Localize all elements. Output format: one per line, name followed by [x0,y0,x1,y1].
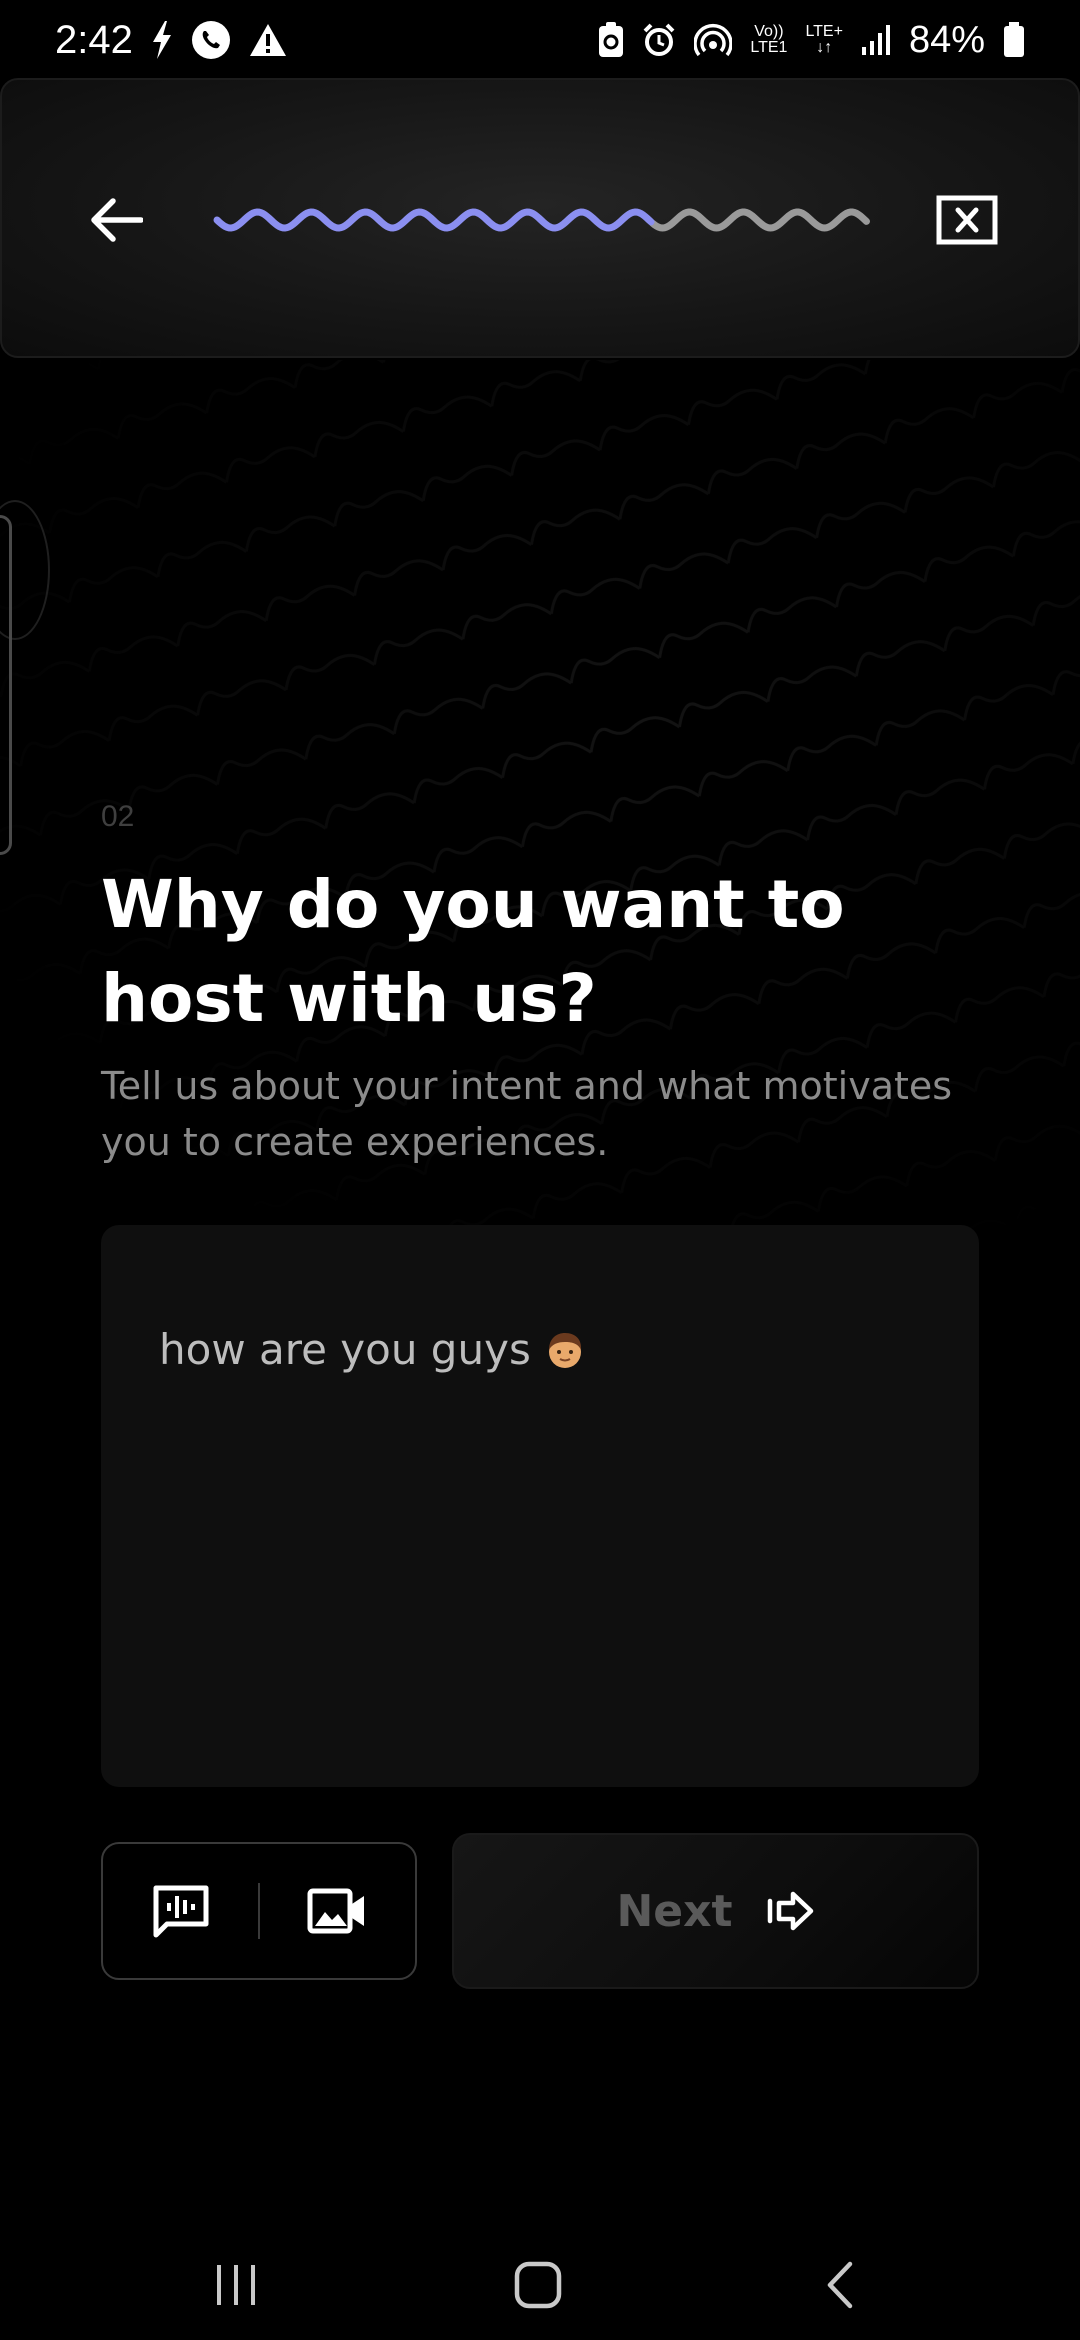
home-icon [514,2261,562,2309]
network-indicator: LTE+ ↓↑ [805,24,843,56]
status-bar: 2:42 Vo)) LTE1 LTE+ ↓↑ 84% [0,0,1080,80]
screen: 2:42 Vo)) LTE1 LTE+ ↓↑ 84% 02 Why do you… [0,0,1080,2340]
answer-text-container: how are you guys [159,1325,585,1374]
chevron-left-icon [827,2261,853,2309]
call-icon [191,20,231,60]
arrow-left-icon [91,198,143,242]
system-back-button[interactable] [790,2250,890,2320]
hotspot-icon [694,23,733,57]
volte-indicator: Vo)) LTE1 [750,24,787,56]
flash-icon [151,21,173,59]
step-number: 02 [101,800,135,833]
video-image-icon [307,1888,365,1934]
question-title: Why do you want to host with us? [101,866,845,1037]
media-input-group [101,1842,417,1980]
close-box-icon [936,195,998,245]
question-subtitle: Tell us about your intent and what motiv… [101,1064,953,1164]
screenshot-icon [598,22,624,58]
progress-wave-track [649,208,870,232]
edge-panel-handle[interactable] [0,515,12,855]
battery-icon [1003,22,1025,58]
battery-percent: 84% [908,18,985,61]
voice-note-button[interactable] [103,1844,258,1978]
answer-textarea[interactable]: how are you guys [101,1225,979,1787]
next-label: Next [616,1885,733,1937]
alert-icon [249,23,287,57]
home-button[interactable] [488,2250,588,2320]
onboarding-header [0,78,1080,358]
status-time: 2:42 [55,17,133,62]
data-arrows-icon: ↓↑ [816,39,833,56]
recent-apps-button[interactable] [186,2250,286,2320]
recent-apps-icon [217,2265,255,2305]
boy-emoji-icon [548,1333,581,1368]
progress-wave-fill [213,208,655,232]
arrow-right-icon [767,1891,813,1931]
voice-message-icon [153,1885,208,1938]
network-type-label: LTE+ [805,23,843,40]
alarm-icon [642,23,676,57]
back-button[interactable] [82,185,152,255]
system-nav-bar [0,2220,1080,2340]
status-left: 2:42 [55,18,287,63]
close-button[interactable] [932,190,1002,250]
video-upload-button[interactable] [260,1844,415,1978]
signal-icon [861,25,891,55]
status-right: Vo)) LTE1 LTE+ ↓↑ 84% [598,19,1025,62]
next-button[interactable]: Next [452,1833,979,1989]
volte-top-label: Vo)) [754,23,784,40]
progress-wave [213,208,870,232]
volte-bottom-label: LTE1 [750,39,788,56]
answer-text: how are you guys [159,1325,531,1374]
